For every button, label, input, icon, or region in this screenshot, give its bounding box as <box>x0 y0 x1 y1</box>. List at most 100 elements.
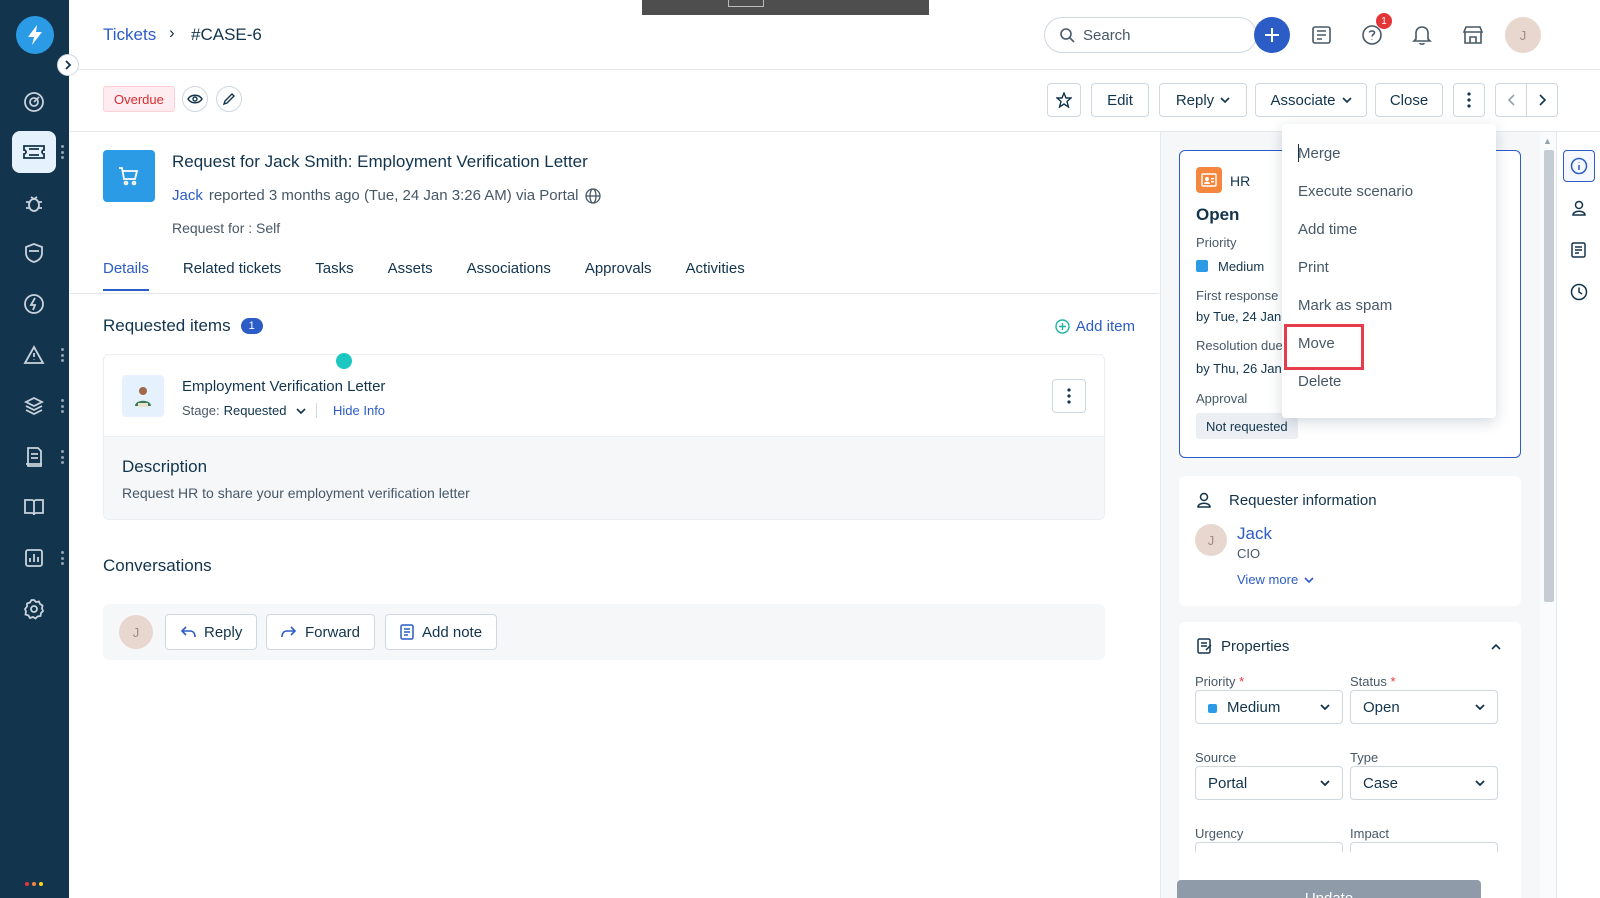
menu-item-execute-scenario[interactable]: Execute scenario <box>1282 172 1496 210</box>
priority-select[interactable]: Medium <box>1195 690 1343 724</box>
chevron-down-icon <box>1320 704 1330 710</box>
item-more-button[interactable] <box>1052 379 1086 413</box>
previous-ticket-button[interactable] <box>1495 83 1527 117</box>
ticket-status: Open <box>1196 205 1240 224</box>
status-select[interactable]: Open <box>1350 690 1498 724</box>
solutions-book-icon[interactable] <box>12 486 56 528</box>
tab-activities[interactable]: Activities <box>686 260 745 291</box>
overdue-badge: Overdue <box>103 86 175 112</box>
priority-value-text: Medium <box>1218 259 1265 274</box>
tickets-icon[interactable] <box>12 131 56 173</box>
marketplace-store-icon[interactable] <box>1455 17 1491 53</box>
associate-dropdown-button[interactable]: Associate <box>1255 83 1367 117</box>
reply-dropdown-button[interactable]: Reply <box>1159 83 1247 117</box>
notifications-bell-icon[interactable] <box>1404 17 1440 53</box>
menu-item-merge[interactable]: Merge <box>1282 134 1496 172</box>
item-stage-dropdown[interactable]: Stage: Requested <box>182 403 307 418</box>
chevron-down-icon <box>1475 704 1485 710</box>
reporter-name-link[interactable]: Jack <box>172 187 203 204</box>
menu-item-delete[interactable]: Delete <box>1282 362 1496 400</box>
requester-info-title: Requester information <box>1229 492 1377 509</box>
settings-gear-icon[interactable] <box>12 588 56 630</box>
menu-item-move-label: Move <box>1298 334 1335 352</box>
item-description-section: Description Request HR to share your emp… <box>104 437 1104 519</box>
alerts-warning-icon[interactable] <box>12 334 56 376</box>
requested-items-heading: Requested items 1 <box>103 316 263 336</box>
conversation-avatar: J <box>119 615 153 649</box>
next-ticket-button[interactable] <box>1526 83 1558 117</box>
tab-tasks[interactable]: Tasks <box>315 260 353 291</box>
source-select[interactable]: Portal <box>1195 766 1343 800</box>
hide-info-link[interactable]: Hide Info <box>316 403 385 418</box>
edit-pencil-icon[interactable] <box>216 86 242 112</box>
contracts-more-dots[interactable] <box>60 450 64 464</box>
alerts-more-dots[interactable] <box>60 348 64 362</box>
tab-related-tickets[interactable]: Related tickets <box>183 260 281 291</box>
more-actions-button[interactable] <box>1453 83 1485 117</box>
add-item-button[interactable]: Add item <box>1055 318 1135 335</box>
app-logo-icon[interactable] <box>16 16 54 54</box>
search-icon <box>1060 28 1075 43</box>
requester-name-link[interactable]: Jack <box>1237 524 1272 544</box>
scrollbar-thumb[interactable] <box>1544 150 1554 602</box>
tickets-more-dots[interactable] <box>60 145 64 159</box>
update-button[interactable]: Update <box>1177 880 1481 898</box>
stage-value: Requested <box>223 403 287 418</box>
contracts-icon[interactable] <box>12 436 56 478</box>
tab-associations[interactable]: Associations <box>467 260 551 291</box>
close-ticket-button[interactable]: Close <box>1375 83 1443 117</box>
search-input[interactable]: Search <box>1044 17 1257 53</box>
dashboard-icon[interactable] <box>12 81 56 123</box>
chevron-up-icon[interactable] <box>1491 644 1501 650</box>
ticket-info-icon[interactable] <box>1563 150 1595 182</box>
assets-more-dots[interactable] <box>60 399 64 413</box>
request-for-line: Request for : Self <box>172 220 280 236</box>
help-icon[interactable]: 1 <box>1354 13 1392 53</box>
department-name: HR <box>1230 173 1251 189</box>
type-select[interactable]: Case <box>1350 766 1498 800</box>
changes-shield-icon[interactable] <box>12 232 56 274</box>
conversation-reply-button[interactable]: Reply <box>165 614 258 650</box>
apps-switcher-icon[interactable] <box>25 882 43 886</box>
breadcrumb-tickets-link[interactable]: Tickets <box>103 25 156 45</box>
releases-bolt-icon[interactable] <box>12 283 56 325</box>
impact-select[interactable] <box>1350 842 1498 852</box>
sidebar-expand-button[interactable] <box>57 54 79 76</box>
reports-more-dots[interactable] <box>60 551 64 565</box>
conversations-heading: Conversations <box>103 556 212 575</box>
resolution-due-value: by Thu, 26 Jan <box>1196 361 1282 376</box>
tab-details[interactable]: Details <box>103 260 149 291</box>
add-note-button[interactable]: Add note <box>385 614 498 650</box>
notes-icon[interactable] <box>1563 234 1595 266</box>
problems-bug-icon[interactable] <box>12 182 56 224</box>
requester-person-icon[interactable] <box>1563 192 1595 224</box>
edit-button[interactable]: Edit <box>1091 83 1149 117</box>
required-asterisk: * <box>1390 674 1396 689</box>
menu-item-add-time[interactable]: Add time <box>1282 210 1496 248</box>
star-icon <box>1056 92 1072 108</box>
prop-priority-label-text: Priority <box>1195 674 1236 689</box>
chevron-down-icon <box>1320 780 1330 786</box>
item-person-icon <box>122 375 164 417</box>
tab-assets[interactable]: Assets <box>388 260 433 291</box>
watch-eye-icon[interactable] <box>182 86 208 112</box>
menu-item-mark-as-spam[interactable]: Mark as spam <box>1282 286 1496 324</box>
favorite-star-button[interactable] <box>1047 83 1081 117</box>
user-avatar[interactable]: J <box>1505 17 1541 53</box>
menu-item-print[interactable]: Print <box>1282 248 1496 286</box>
first-response-value: by Tue, 24 Jan <box>1196 309 1282 324</box>
assets-layers-icon[interactable] <box>12 385 56 427</box>
urgency-select[interactable] <box>1195 842 1343 852</box>
timeline-clock-icon[interactable] <box>1563 276 1595 308</box>
add-circle-icon <box>1055 319 1070 334</box>
news-icon[interactable] <box>1303 17 1339 53</box>
tab-approvals[interactable]: Approvals <box>585 260 652 291</box>
view-more-button[interactable]: View more <box>1237 572 1314 587</box>
add-new-button[interactable] <box>1254 17 1290 53</box>
menu-item-move[interactable]: Move <box>1282 324 1496 370</box>
walkthrough-hotspot[interactable] <box>336 353 352 369</box>
scroll-up-arrow-icon[interactable]: ▲ <box>1543 136 1552 146</box>
conversation-forward-button[interactable]: Forward <box>266 614 376 650</box>
reports-chart-icon[interactable] <box>12 537 56 579</box>
prop-urgency-label: Urgency <box>1195 826 1244 841</box>
